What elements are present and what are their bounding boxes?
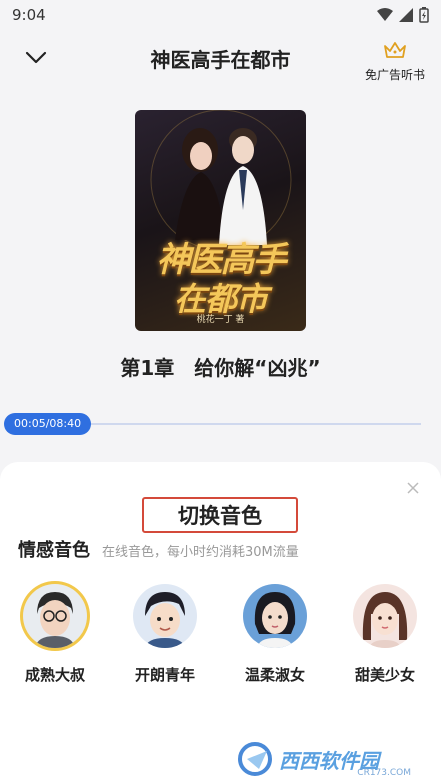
ad-free-button[interactable]: 免广告听书 bbox=[359, 40, 431, 83]
avatar bbox=[353, 584, 417, 648]
status-time: 9:04 bbox=[12, 6, 46, 24]
girl-avatar bbox=[362, 592, 408, 648]
section-header: 情感音色 在线音色，每小时约消耗30M流量 bbox=[18, 536, 299, 562]
signal-icon bbox=[399, 8, 413, 22]
progress-time-badge[interactable]: 00:05/08:40 bbox=[4, 413, 92, 435]
voice-label: 成熟大叔 bbox=[24, 666, 85, 684]
close-button[interactable] bbox=[403, 478, 423, 498]
battery-icon bbox=[419, 7, 429, 23]
book-cover: 神医高手 在都市 桃花一丁 著 bbox=[135, 110, 306, 331]
watermark-subtext: CR173.COM bbox=[357, 768, 411, 778]
voice-label: 开朗青年 bbox=[134, 666, 195, 684]
voice-list: 成熟大叔 开朗青年 温柔淑女 甜美少女 bbox=[0, 584, 441, 685]
voice-option-mature-uncle[interactable]: 成熟大叔 bbox=[0, 584, 110, 685]
top-bar: 神医高手在都市 免广告听书 bbox=[0, 36, 441, 83]
voice-label: 甜美少女 bbox=[354, 666, 415, 684]
young-man-avatar bbox=[145, 592, 185, 648]
woman-avatar bbox=[254, 592, 296, 648]
status-bar: 9:04 bbox=[0, 0, 441, 30]
ad-free-label: 免广告听书 bbox=[364, 68, 425, 82]
voice-option-gentle-lady[interactable]: 温柔淑女 bbox=[220, 584, 330, 685]
wifi-icon bbox=[377, 8, 393, 21]
voice-switch-sheet: 切换音色 情感音色 在线音色，每小时约消耗30M流量 成熟大叔 开朗青年 温柔淑… bbox=[0, 462, 441, 784]
status-icons bbox=[377, 7, 429, 23]
watermark-logo-icon bbox=[238, 742, 272, 776]
avatar bbox=[23, 584, 87, 648]
watermark: 西西软件园 CR173.COM bbox=[237, 738, 435, 780]
avatar bbox=[243, 584, 307, 648]
man-glasses-avatar bbox=[35, 592, 75, 648]
voice-label: 温柔淑女 bbox=[244, 666, 305, 684]
sheet-title: 切换音色 bbox=[178, 504, 262, 528]
voice-option-sweet-girl[interactable]: 甜美少女 bbox=[330, 584, 440, 685]
section-title: 情感音色 bbox=[18, 540, 90, 561]
voice-option-cheerful-youth[interactable]: 开朗青年 bbox=[110, 584, 220, 685]
section-subtitle: 在线音色，每小时约消耗30M流量 bbox=[102, 545, 299, 560]
chapter-title: 第1章 给你解“凶兆” bbox=[120, 356, 321, 380]
crown-icon bbox=[384, 42, 406, 58]
cover-author: 桃花一丁 著 bbox=[196, 315, 245, 325]
close-icon bbox=[407, 482, 419, 494]
sheet-title-highlight: 切换音色 bbox=[142, 497, 298, 533]
avatar bbox=[133, 584, 197, 648]
